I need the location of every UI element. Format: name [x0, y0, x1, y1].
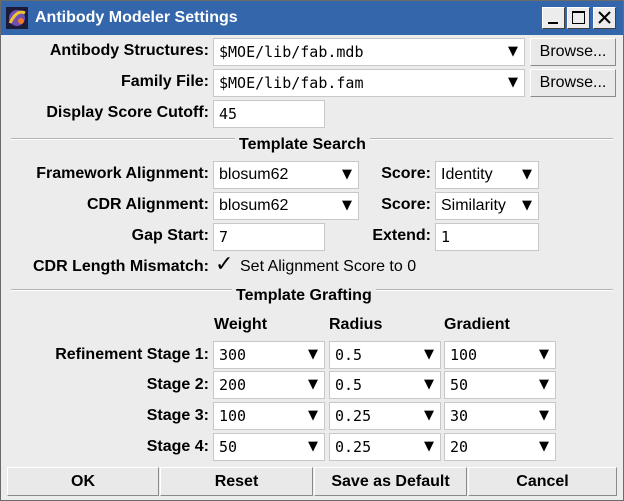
stage-3-gradient-value: 30	[450, 407, 469, 425]
browse-structures-button[interactable]: Browse...	[530, 38, 616, 66]
browse-family-button[interactable]: Browse...	[530, 69, 616, 97]
minimize-button[interactable]	[542, 7, 565, 29]
dropdown-arrow-icon[interactable]: ▼	[424, 372, 434, 398]
stage-4-weight-value: 50	[219, 438, 238, 456]
stage-2-weight-combo[interactable]: 200 ▼	[213, 371, 325, 399]
gradient-column-header: Gradient	[444, 316, 510, 333]
stage-3-gradient-combo[interactable]: 30 ▼	[444, 402, 556, 430]
antibody-structures-combo[interactable]: $MOE/lib/fab.mdb ▼	[213, 38, 525, 66]
score-cutoff-input[interactable]: 45	[213, 100, 325, 128]
settings-window: Antibody Modeler Settings Antibody Struc…	[0, 0, 624, 501]
window-title: Antibody Modeler Settings	[35, 9, 238, 26]
reset-button[interactable]: Reset	[160, 467, 313, 496]
stage-1-label: Refinement Stage 1:	[55, 346, 209, 363]
minimize-icon	[548, 22, 558, 24]
dropdown-arrow-icon[interactable]: ▼	[539, 372, 549, 398]
dropdown-arrow-icon[interactable]: ▼	[508, 39, 518, 65]
maximize-button[interactable]	[567, 7, 590, 29]
framework-alignment-value: blosum62	[219, 166, 289, 183]
close-button[interactable]	[593, 7, 616, 29]
dropdown-arrow-icon[interactable]: ▼	[539, 403, 549, 429]
dropdown-arrow-icon[interactable]: ▼	[424, 342, 434, 368]
framework-score-label: Score:	[381, 165, 431, 182]
gap-start-label: Gap Start:	[131, 227, 209, 244]
app-icon	[6, 7, 28, 29]
cdr-score-value: Similarity	[441, 197, 506, 214]
save-as-default-button[interactable]: Save as Default	[314, 467, 467, 496]
extend-input[interactable]: 1	[435, 223, 539, 251]
stage-4-weight-combo[interactable]: 50 ▼	[213, 433, 325, 461]
template-grafting-heading: Template Grafting	[232, 286, 376, 306]
dropdown-arrow-icon[interactable]: ▼	[308, 342, 318, 368]
stage-4-label: Stage 4:	[146, 438, 209, 455]
framework-alignment-label: Framework Alignment:	[36, 165, 209, 182]
stage-2-gradient-value: 50	[450, 376, 469, 394]
dropdown-arrow-icon: ▼	[522, 167, 532, 182]
stage-2-weight-value: 200	[219, 376, 247, 394]
dropdown-arrow-icon[interactable]: ▼	[308, 372, 318, 398]
weight-column-header: Weight	[214, 316, 268, 333]
stage-2-label: Stage 2:	[146, 376, 209, 393]
gap-start-input[interactable]: 7	[213, 223, 325, 251]
ok-button[interactable]: OK	[7, 467, 159, 496]
score-cutoff-label: Display Score Cutoff:	[46, 104, 209, 121]
stage-2-gradient-combo[interactable]: 50 ▼	[444, 371, 556, 399]
mismatch-checkbox-label[interactable]: Set Alignment Score to 0	[240, 257, 416, 277]
dropdown-arrow-icon[interactable]: ▼	[308, 403, 318, 429]
stage-2-radius-combo[interactable]: 0.5 ▼	[329, 371, 441, 399]
cdr-alignment-select[interactable]: blosum62 ▼	[213, 192, 359, 220]
framework-score-select[interactable]: Identity ▼	[435, 161, 539, 189]
dropdown-arrow-icon[interactable]: ▼	[539, 342, 549, 368]
cdr-score-select[interactable]: Similarity ▼	[435, 192, 539, 220]
dropdown-arrow-icon[interactable]: ▼	[424, 434, 434, 460]
dropdown-arrow-icon[interactable]: ▼	[508, 70, 518, 96]
cdr-score-label: Score:	[381, 196, 431, 213]
antibody-structures-label: Antibody Structures:	[49, 42, 209, 59]
dropdown-arrow-icon[interactable]: ▼	[424, 403, 434, 429]
stage-1-weight-value: 300	[219, 346, 247, 364]
cdr-mismatch-label: CDR Length Mismatch:	[33, 258, 209, 275]
radius-column-header: Radius	[329, 316, 383, 333]
stage-4-radius-combo[interactable]: 0.25 ▼	[329, 433, 441, 461]
dropdown-arrow-icon[interactable]: ▼	[308, 434, 318, 460]
dropdown-arrow-icon[interactable]: ▼	[539, 434, 549, 460]
stage-3-weight-combo[interactable]: 100 ▼	[213, 402, 325, 430]
family-file-combo[interactable]: $MOE/lib/fab.fam ▼	[213, 69, 525, 97]
template-search-heading: Template Search	[235, 135, 370, 155]
close-icon	[598, 11, 611, 24]
maximize-icon	[572, 11, 585, 24]
stage-1-gradient-combo[interactable]: 100 ▼	[444, 341, 556, 369]
stage-2-radius-value: 0.5	[335, 376, 363, 394]
stage-1-gradient-value: 100	[450, 346, 478, 364]
family-file-value: $MOE/lib/fab.fam	[219, 74, 364, 92]
stage-3-radius-value: 0.25	[335, 407, 372, 425]
cdr-alignment-value: blosum62	[219, 197, 289, 214]
mismatch-checkbox[interactable]: ✓	[215, 253, 233, 277]
antibody-structures-value: $MOE/lib/fab.mdb	[219, 43, 364, 61]
stage-4-gradient-value: 20	[450, 438, 469, 456]
stage-1-radius-combo[interactable]: 0.5 ▼	[329, 341, 441, 369]
stage-1-radius-value: 0.5	[335, 346, 363, 364]
cancel-button[interactable]: Cancel	[468, 467, 617, 496]
dropdown-arrow-icon: ▼	[342, 198, 352, 213]
stage-1-weight-combo[interactable]: 300 ▼	[213, 341, 325, 369]
dropdown-arrow-icon: ▼	[342, 167, 352, 182]
cdr-alignment-label: CDR Alignment:	[86, 196, 209, 213]
stage-3-radius-combo[interactable]: 0.25 ▼	[329, 402, 441, 430]
stage-3-weight-value: 100	[219, 407, 247, 425]
dropdown-arrow-icon: ▼	[522, 198, 532, 213]
framework-alignment-select[interactable]: blosum62 ▼	[213, 161, 359, 189]
extend-label: Extend:	[372, 227, 431, 244]
stage-4-gradient-combo[interactable]: 20 ▼	[444, 433, 556, 461]
framework-score-value: Identity	[441, 166, 493, 183]
family-file-label: Family File:	[120, 73, 209, 90]
title-bar[interactable]: Antibody Modeler Settings	[1, 1, 623, 35]
stage-3-label: Stage 3:	[146, 407, 209, 424]
stage-4-radius-value: 0.25	[335, 438, 372, 456]
